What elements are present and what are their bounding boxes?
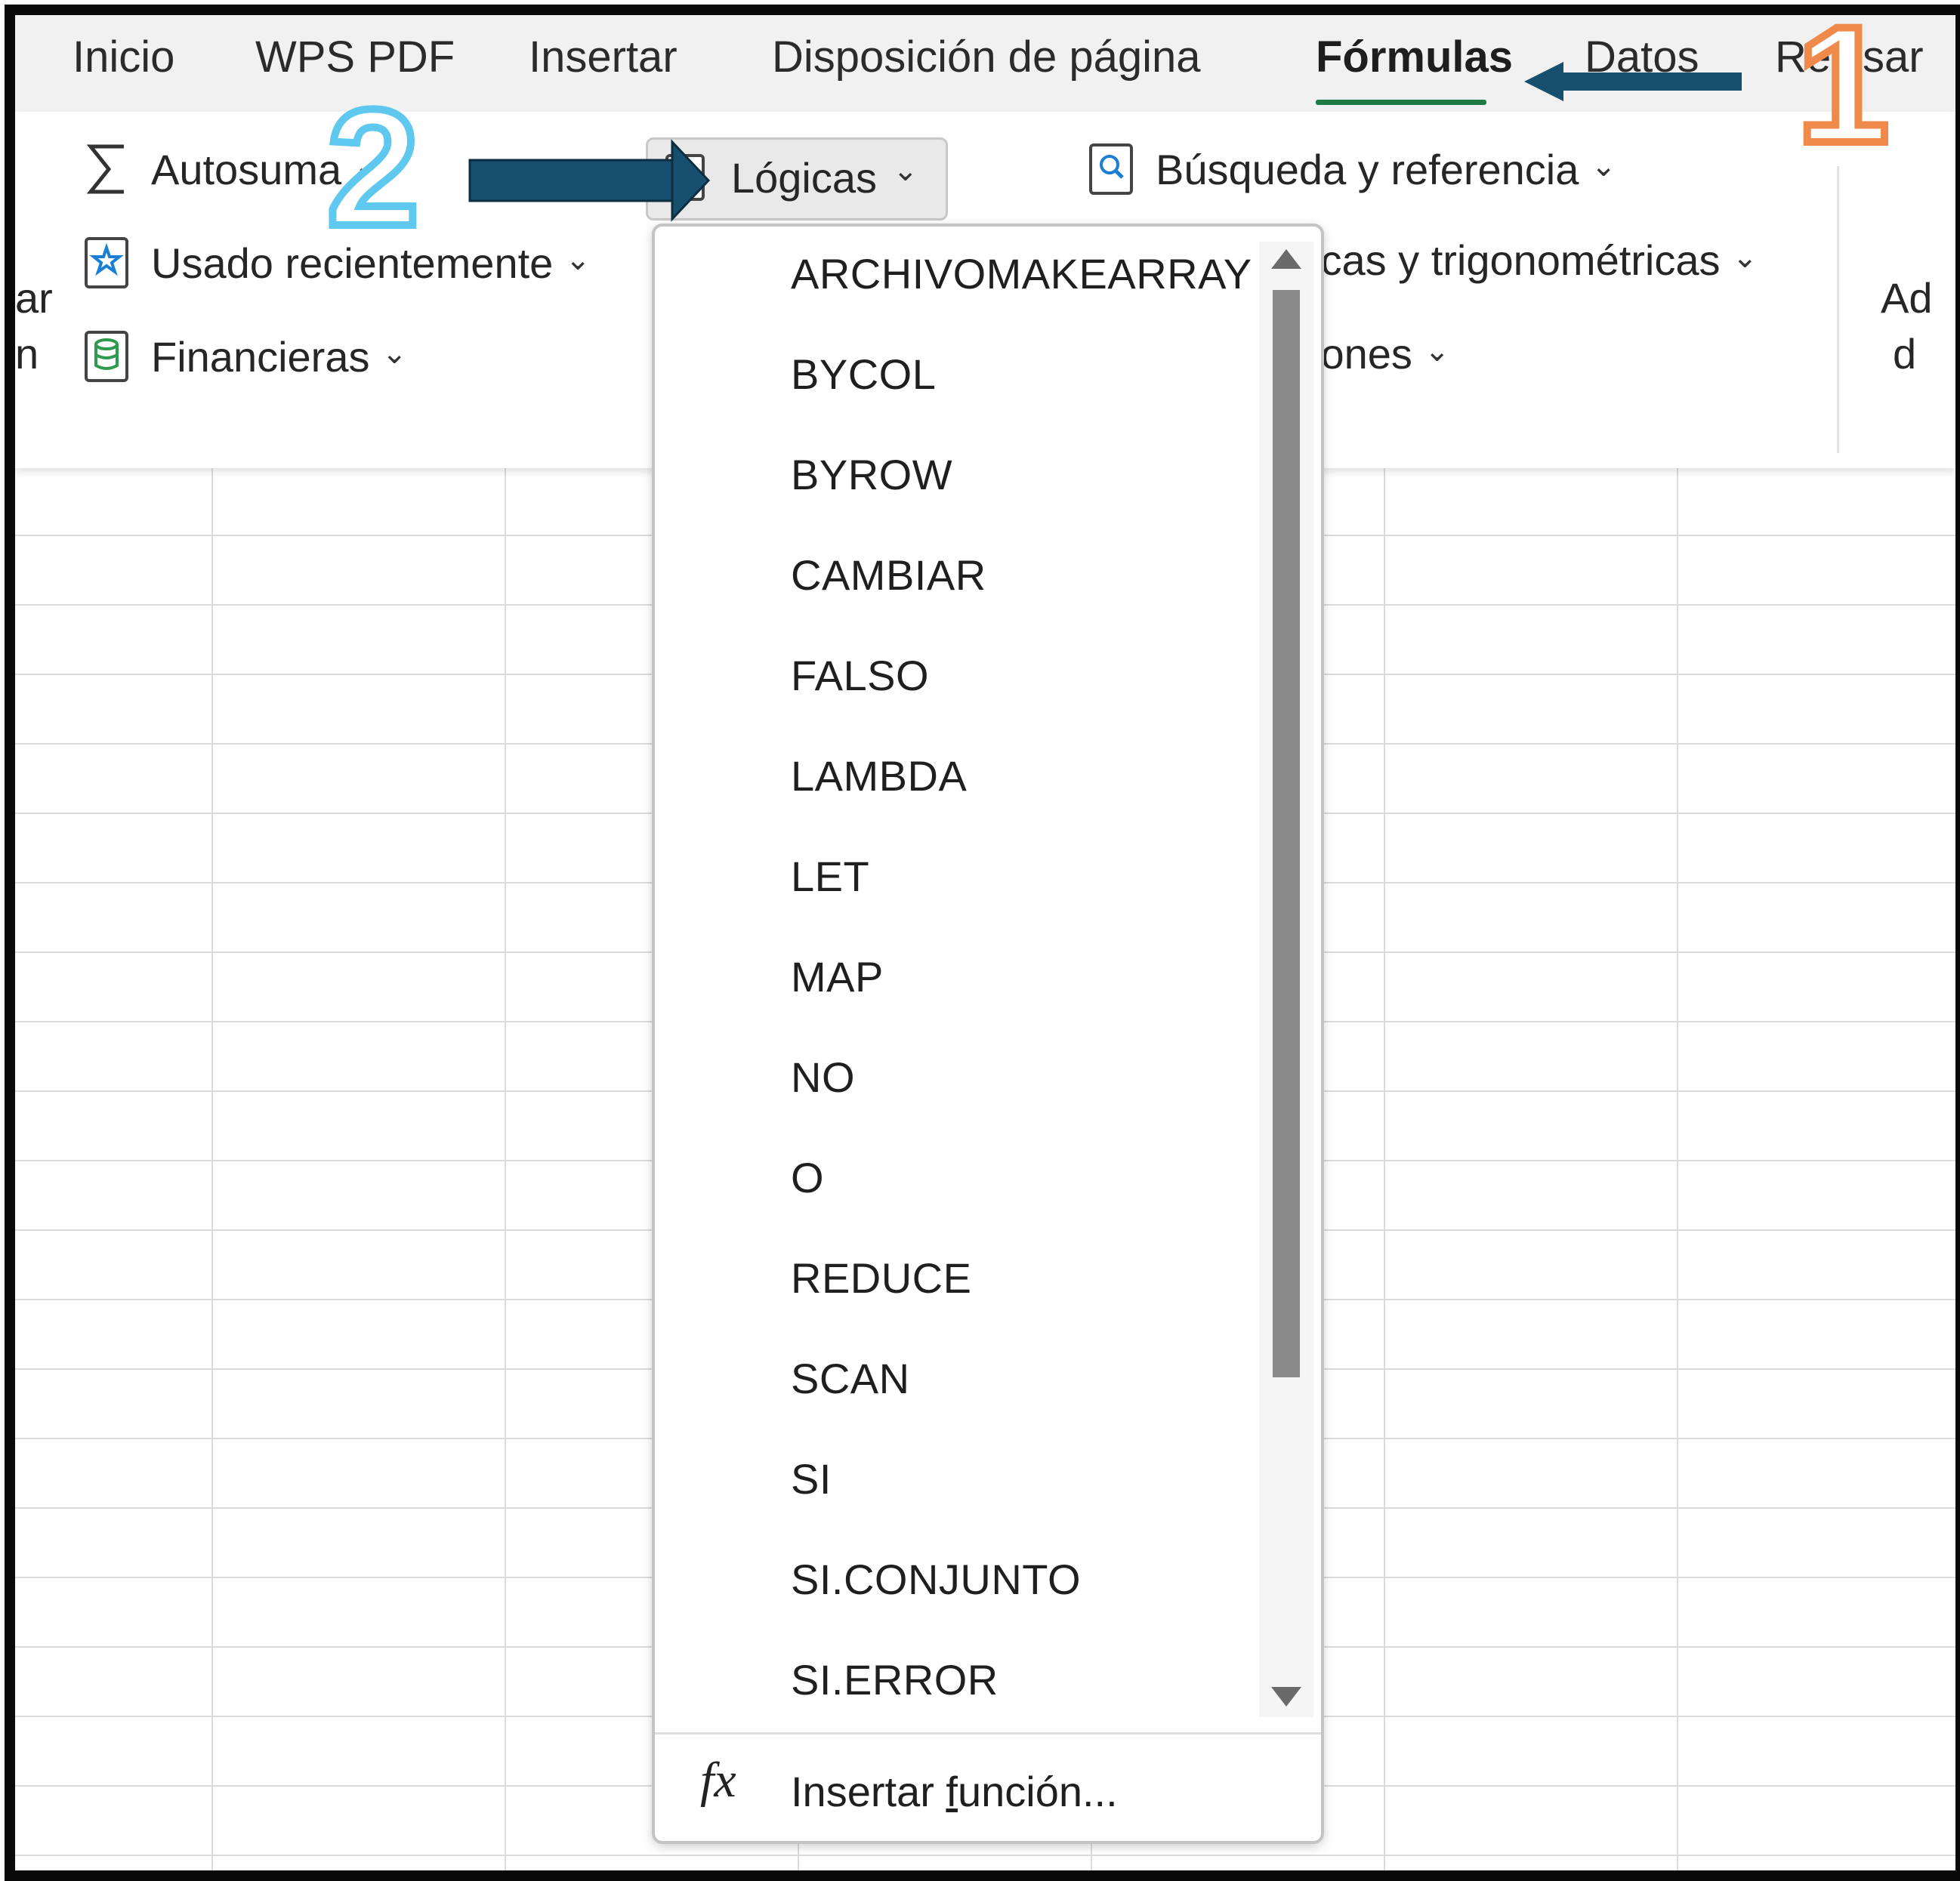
database-book-icon: [83, 329, 131, 384]
clipped-label-left-2: n: [15, 330, 39, 378]
insert-function-item[interactable]: Insertar función...: [791, 1767, 1118, 1816]
insert-function-label-post: unción...: [957, 1768, 1118, 1815]
logicas-button[interactable]: Lógicas ⌄: [646, 137, 948, 220]
chevron-down-icon: ⌄: [1732, 240, 1758, 274]
mas-funciones-label: iones: [1311, 330, 1412, 378]
busqueda-referencia-label: Búsqueda y referencia: [1156, 145, 1579, 193]
tab-formulas[interactable]: Fórmulas: [1316, 32, 1513, 82]
tab-inicio[interactable]: Inicio: [73, 32, 174, 82]
menu-item-si-error[interactable]: SI.ERROR: [791, 1655, 999, 1704]
logic-book-icon: [665, 153, 707, 203]
usado-recientemente-button[interactable]: Usado recientemente ⌄: [83, 236, 591, 290]
usado-recientemente-label: Usado recientemente: [151, 239, 554, 287]
fx-icon: fx: [700, 1753, 736, 1808]
scroll-up-icon[interactable]: [1271, 249, 1301, 269]
matematicas-label: icas y trigonométricas: [1311, 236, 1721, 284]
clipped-label-right-2: d: [1893, 330, 1917, 378]
chevron-down-icon: ⌄: [893, 154, 918, 187]
scrollbar-thumb[interactable]: [1273, 290, 1300, 1377]
star-book-icon: [83, 236, 131, 290]
dropdown-separator: [655, 1732, 1321, 1735]
menu-item-falso[interactable]: FALSO: [791, 651, 929, 700]
menu-item-o[interactable]: O: [791, 1153, 824, 1202]
screenshot-frame: Inicio WPS PDF Insertar Disposición de p…: [5, 5, 1960, 1881]
chevron-down-icon: ⌄: [1424, 334, 1450, 368]
busqueda-referencia-button[interactable]: Búsqueda y referencia ⌄: [1088, 142, 1616, 196]
search-book-icon: [1088, 142, 1136, 196]
ribbon-separator: [1837, 166, 1839, 453]
tab-datos[interactable]: Datos: [1585, 32, 1699, 82]
financieras-button[interactable]: Financieras ⌄: [83, 329, 407, 384]
active-tab-indicator: [1316, 100, 1486, 105]
scroll-down-icon[interactable]: [1271, 1687, 1301, 1707]
insert-function-label-accel: f: [946, 1768, 958, 1815]
logicas-label: Lógicas: [731, 154, 878, 202]
menu-item-si[interactable]: SI: [791, 1454, 832, 1503]
tab-disposicion[interactable]: Disposición de página: [772, 32, 1200, 82]
menu-item-bycol[interactable]: BYCOL: [791, 350, 936, 399]
menu-item-byrow[interactable]: BYROW: [791, 450, 952, 499]
autosuma-button[interactable]: Autosuma ⌄: [83, 142, 379, 196]
financieras-label: Financieras: [151, 332, 370, 381]
tab-revisar[interactable]: Revisar: [1775, 32, 1924, 82]
menu-item-let[interactable]: LET: [791, 852, 869, 901]
chevron-down-icon: ⌄: [1591, 150, 1616, 183]
chevron-down-icon: ⌄: [353, 150, 379, 183]
chevron-down-icon: ⌄: [381, 337, 407, 370]
menu-item-cambiar[interactable]: CAMBIAR: [791, 550, 986, 600]
menu-item-si-conjunto[interactable]: SI.CONJUNTO: [791, 1555, 1081, 1604]
insert-function-label-pre: Insertar: [791, 1768, 946, 1815]
menu-item-archivomakearray[interactable]: ARCHIVOMAKEARRAY: [791, 249, 1252, 298]
menu-bar: Inicio WPS PDF Insertar Disposición de p…: [15, 15, 1955, 112]
tab-insertar[interactable]: Insertar: [529, 32, 678, 82]
menu-item-lambda[interactable]: LAMBDA: [791, 751, 967, 800]
matematicas-button[interactable]: icas y trigonométricas ⌄: [1311, 236, 1758, 285]
chevron-down-icon: ⌄: [565, 243, 591, 276]
menu-item-scan[interactable]: SCAN: [791, 1354, 910, 1403]
autosuma-label: Autosuma: [151, 145, 342, 193]
menu-item-map[interactable]: MAP: [791, 952, 884, 1001]
logicas-dropdown: ARCHIVOMAKEARRAY BYCOL BYROW CAMBIAR FAL…: [652, 224, 1324, 1844]
sigma-icon: [83, 142, 131, 196]
dropdown-scrollbar[interactable]: [1259, 242, 1313, 1717]
clipped-label-left-1: ar: [15, 274, 53, 322]
menu-item-no[interactable]: NO: [791, 1053, 855, 1102]
clipped-label-right-1: Ad: [1881, 274, 1933, 322]
mas-funciones-button[interactable]: iones ⌄: [1311, 329, 1449, 378]
menu-item-reduce[interactable]: REDUCE: [791, 1253, 971, 1303]
tab-wps-pdf[interactable]: WPS PDF: [255, 32, 455, 82]
